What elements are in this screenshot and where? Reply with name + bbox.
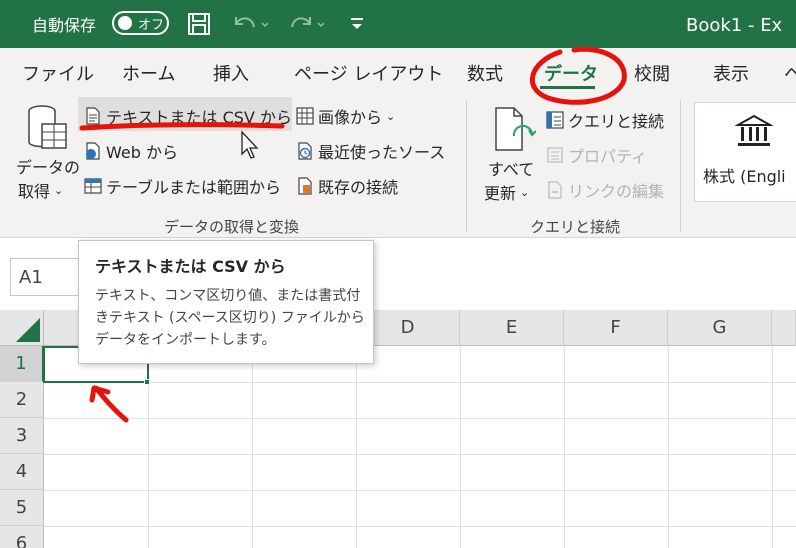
gridline: [44, 418, 796, 419]
ribbon-data: データの 取得 ⌄ テキストまたは CSV から Web から テーブルまたは範囲…: [0, 92, 796, 238]
gridline: [44, 490, 796, 491]
redo-icon[interactable]: [286, 11, 328, 37]
properties-button[interactable]: プロパティ: [546, 143, 647, 167]
save-icon[interactable]: [186, 11, 212, 37]
select-all-triangle-icon: [16, 318, 40, 342]
document-title: Book1 - Ex: [686, 15, 783, 36]
from-table-button[interactable]: テーブルまたは範囲から: [84, 174, 281, 198]
title-bar: 自動保存 オフ Book1 - Ex: [0, 0, 796, 48]
gridline: [668, 346, 669, 548]
column-header-e[interactable]: E: [460, 310, 564, 346]
picture-table-icon: [296, 107, 314, 125]
autosave-state: オフ: [138, 18, 165, 33]
from-text-csv-label: テキストまたは CSV から: [106, 108, 292, 127]
queries-connections-label: クエリと接続: [568, 112, 665, 131]
mouse-cursor-icon: [241, 130, 259, 159]
connections-icon: [298, 177, 312, 195]
recent-sources-button[interactable]: 最近使ったソース: [296, 139, 445, 163]
row-header-2[interactable]: 2: [0, 382, 44, 418]
gridline: [252, 346, 253, 548]
gridline: [564, 346, 565, 548]
group-label-queries: クエリと接続: [530, 218, 621, 236]
edit-links-icon: [548, 181, 562, 199]
stocks-bank-icon: [735, 114, 773, 146]
refresh-all-label[interactable]: すべて: [488, 156, 534, 180]
row-header-5[interactable]: 5: [0, 490, 44, 526]
gridline: [44, 454, 796, 455]
ribbon-tabs: ファイル ホーム 挿入 ページ レイアウト 数式 データ 校閲 表示 ヘ: [0, 48, 796, 92]
tooltip-title: テキストまたは CSV から: [95, 257, 286, 276]
recent-sources-label: 最近使ったソース: [318, 143, 446, 162]
column-header-g[interactable]: G: [668, 310, 772, 346]
properties-label: プロパティ: [568, 147, 648, 166]
from-table-label: テーブルまたは範囲から: [106, 178, 282, 197]
tab-insert[interactable]: 挿入: [213, 60, 249, 86]
clock-file-icon: [298, 142, 312, 160]
from-text-csv-button[interactable]: テキストまたは CSV から: [84, 104, 292, 128]
text-file-icon: [86, 107, 100, 125]
tab-more[interactable]: ヘ: [784, 60, 796, 86]
gridline: [356, 346, 357, 548]
group-separator: [466, 100, 467, 232]
gridline: [772, 346, 773, 548]
row-header-6[interactable]: 6: [0, 526, 44, 548]
data-types-gallery[interactable]: 株式 (Engli: [694, 102, 796, 202]
gridline: [460, 346, 461, 548]
group-separator-2: [680, 100, 681, 232]
tab-home[interactable]: ホーム: [122, 60, 175, 86]
properties-icon: [547, 147, 563, 163]
row-header-4[interactable]: 4: [0, 454, 44, 490]
tab-page-layout[interactable]: ページ レイアウト: [294, 60, 443, 86]
from-web-button[interactable]: Web から: [84, 139, 178, 163]
table-icon: [84, 178, 102, 194]
row-header-3[interactable]: 3: [0, 418, 44, 454]
edit-links-label: リンクの編集: [568, 182, 665, 201]
from-picture-label: 画像から: [318, 108, 383, 127]
web-icon: [86, 142, 100, 160]
gridline: [44, 526, 796, 527]
refresh-all-label-2[interactable]: 更新 ⌄: [484, 180, 529, 204]
queries-connections-button[interactable]: クエリと接続: [546, 108, 664, 132]
tooltip-body: テキスト、コンマ区切り値、または書式付きテキスト (スペース区切り) ファイルか…: [95, 288, 365, 348]
toggle-knob: [118, 16, 132, 30]
refresh-all-icon: [495, 107, 536, 151]
column-header-h[interactable]: [772, 310, 796, 346]
column-header-f[interactable]: F: [564, 310, 668, 346]
active-tab-indicator: [540, 86, 595, 89]
edit-links-button[interactable]: リンクの編集: [546, 178, 664, 202]
from-web-label: Web から: [106, 143, 178, 162]
gridline: [44, 382, 796, 383]
row-header-1[interactable]: 1: [0, 346, 44, 382]
get-data-icon: [28, 105, 67, 149]
get-data-label-2[interactable]: 取得 ⌄: [18, 178, 63, 202]
stocks-label: 株式 (Engli: [703, 167, 786, 186]
existing-connections-button[interactable]: 既存の接続: [296, 174, 398, 198]
queries-icon: [546, 111, 564, 129]
customize-icon[interactable]: [346, 11, 368, 37]
tab-file[interactable]: ファイル: [22, 60, 94, 86]
existing-connections-label: 既存の接続: [318, 178, 399, 197]
tab-data[interactable]: データ: [544, 60, 598, 86]
get-data-label[interactable]: データの: [16, 154, 80, 178]
select-all-button[interactable]: [0, 310, 44, 346]
undo-icon[interactable]: [230, 11, 272, 37]
tab-review[interactable]: 校閲: [634, 60, 670, 86]
tab-formulas[interactable]: 数式: [467, 60, 503, 86]
tooltip: テキストまたは CSV から テキスト、コンマ区切り値、または書式付きテキスト …: [78, 240, 374, 364]
from-picture-button[interactable]: 画像から ⌄: [296, 104, 395, 128]
group-label-get-transform: データの取得と変換: [164, 218, 300, 236]
chevron-down-icon: ⌄: [386, 109, 396, 123]
autosave-label: 自動保存: [32, 16, 97, 35]
fill-handle[interactable]: [144, 379, 150, 385]
tab-view[interactable]: 表示: [713, 60, 749, 86]
autosave-toggle[interactable]: オフ: [112, 11, 169, 35]
